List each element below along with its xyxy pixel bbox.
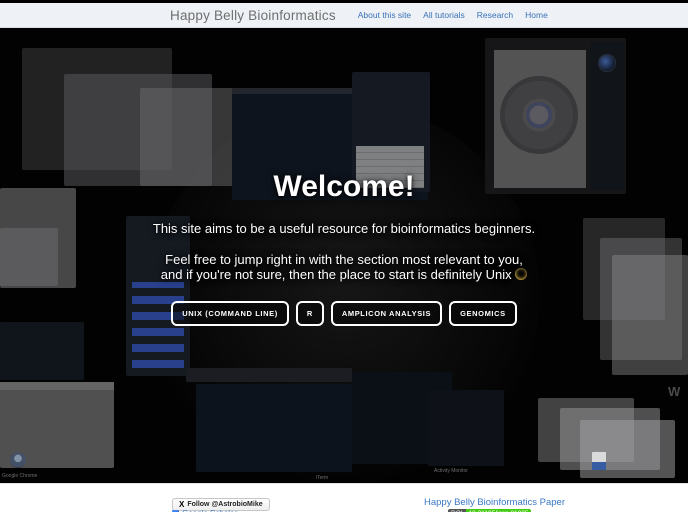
background-terminal-window <box>0 322 84 380</box>
smiley-emoji-icon: 🙂 <box>515 268 528 281</box>
section-buttons: UNIX (COMMAND LINE) R AMPLICON ANALYSIS … <box>0 300 688 326</box>
google-chrome-icon <box>10 452 26 468</box>
site-header: Happy Belly Bioinformatics About this si… <box>0 3 688 28</box>
welcome-heading: Welcome! <box>273 170 415 203</box>
genomics-button[interactable]: GENOMICS <box>449 300 517 326</box>
document-icon <box>592 452 606 470</box>
background-terminal-window <box>196 384 352 472</box>
page-footer: X Follow @AstrobioMike Google Scholar Ha… <box>0 483 688 512</box>
page: Happy Belly Bioinformatics About this si… <box>0 0 688 512</box>
background-window-titlebar <box>186 368 352 382</box>
background-code-window <box>428 390 504 466</box>
chrome-dock-label: Google Chrome <box>2 473 38 479</box>
nav-about-this-site[interactable]: About this site <box>358 10 411 20</box>
hero-guidance-text: Feel free to jump right in with the sect… <box>0 252 688 282</box>
hero-section: Google Chrome iTerm Activity Monitor W W… <box>0 28 688 483</box>
circular-genome-figure <box>500 76 578 154</box>
nav-all-tutorials[interactable]: All tutorials <box>423 10 465 20</box>
amplicon-analysis-button[interactable]: AMPLICON ANALYSIS <box>330 300 443 326</box>
hero-intro-text: This site aims to be a useful resource f… <box>152 220 536 236</box>
browser-toolbar <box>0 382 114 390</box>
hero-content: Welcome! This site aims to be a useful r… <box>0 170 688 326</box>
background-figure-page <box>494 50 586 188</box>
unix-command-line-button[interactable]: UNIX (COMMAND LINE) <box>171 300 289 326</box>
main-nav: About this site All tutorials Research H… <box>358 10 548 20</box>
background-sidebar-panel <box>590 42 624 190</box>
nav-research[interactable]: Research <box>477 10 513 20</box>
r-button[interactable]: R <box>295 300 324 326</box>
anvio-logo-icon <box>598 54 616 72</box>
iterm-dock-label: iTerm <box>316 475 329 481</box>
nav-home[interactable]: Home <box>525 10 548 20</box>
hero-guidance-line2: and if you're not sure, then the place t… <box>160 267 516 283</box>
x-logo-icon: X <box>179 500 185 509</box>
follow-button-label: Follow @AstrobioMike <box>187 501 263 508</box>
site-title: Happy Belly Bioinformatics <box>170 7 336 23</box>
hero-guidance-line1: Feel free to jump right in with the sect… <box>165 252 523 268</box>
paper-link[interactable]: Happy Belly Bioinformatics Paper <box>424 497 565 508</box>
w-logo-icon: W <box>668 384 681 399</box>
activity-monitor-label: Activity Monitor <box>434 468 468 474</box>
